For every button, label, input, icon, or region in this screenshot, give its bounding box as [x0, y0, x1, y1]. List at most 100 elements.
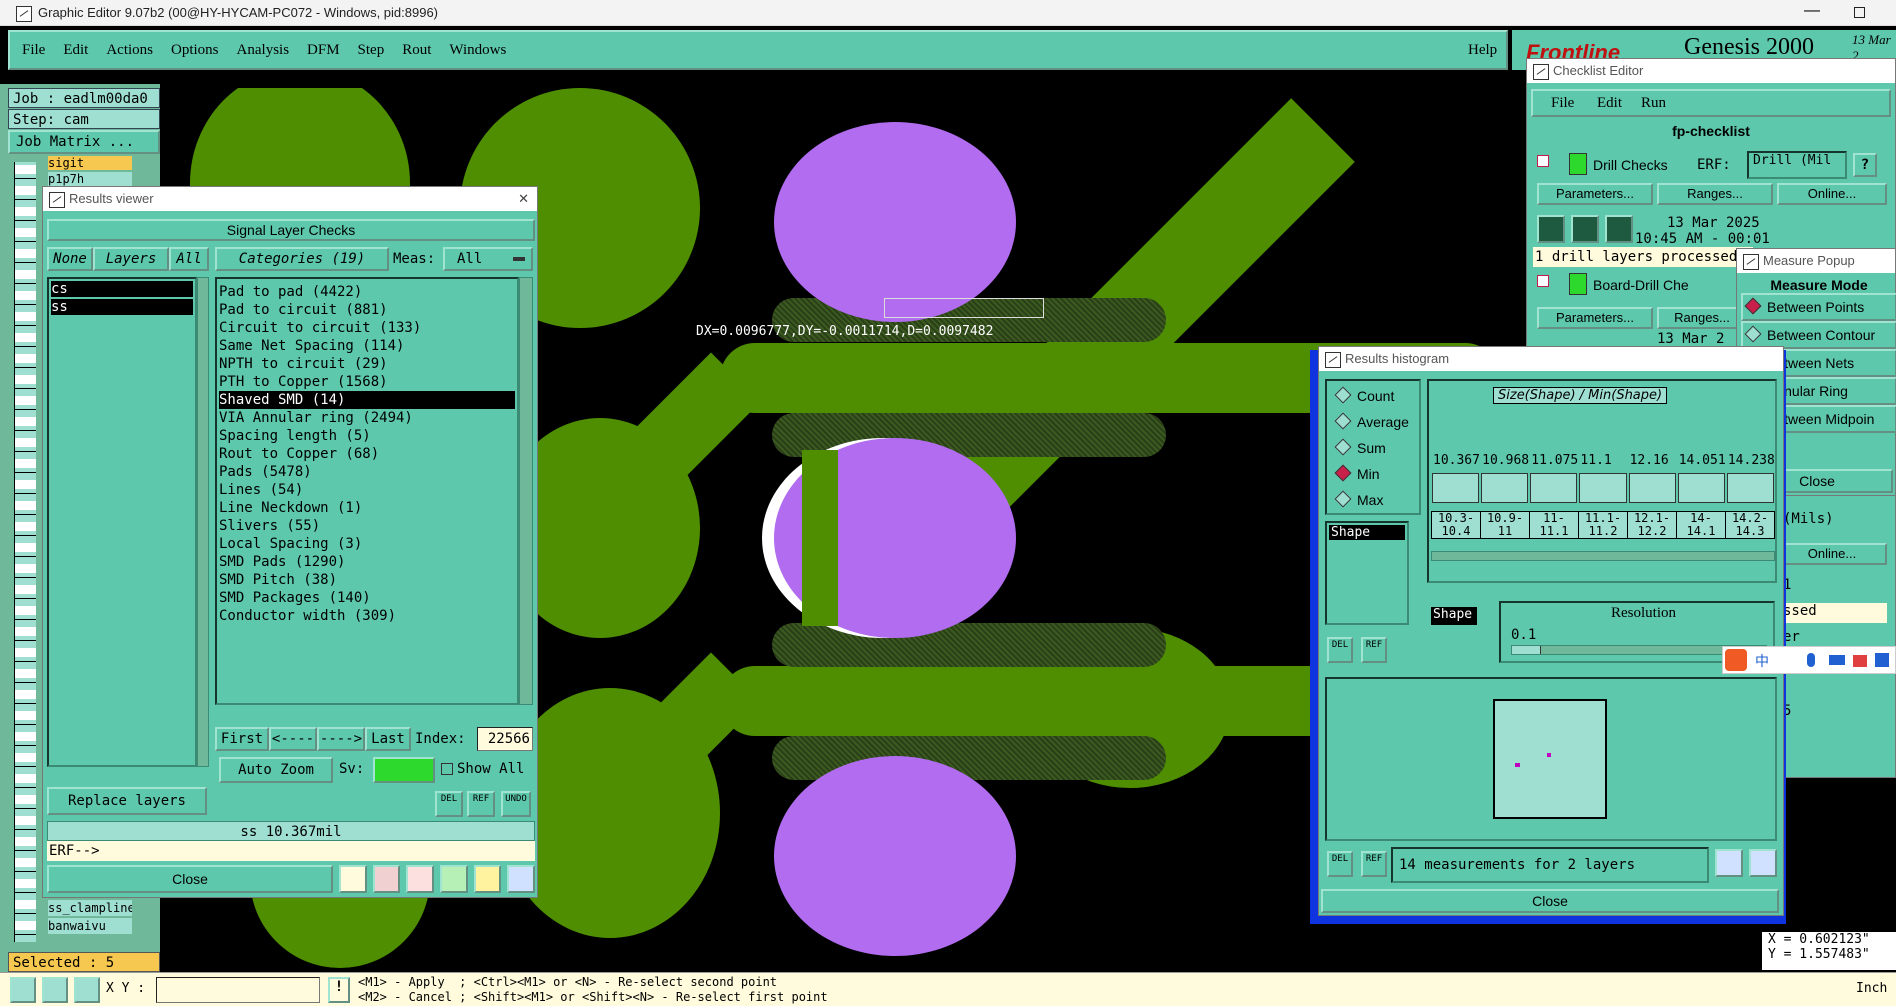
- mode-sum[interactable]: Sum: [1327, 435, 1419, 461]
- category-item[interactable]: Conductor width (309): [219, 607, 515, 625]
- maximize-icon[interactable]: [1854, 7, 1865, 18]
- menu-file[interactable]: File: [22, 42, 45, 59]
- close-button[interactable]: Close: [47, 865, 333, 893]
- undo-button[interactable]: UNDO: [501, 791, 531, 817]
- meas-select[interactable]: All: [443, 247, 533, 271]
- runner-icon[interactable]: [1537, 215, 1565, 243]
- sv-color-select[interactable]: [373, 757, 435, 783]
- select-tool-icon[interactable]: [10, 977, 36, 1003]
- auto-zoom-select[interactable]: Auto Zoom: [219, 757, 333, 783]
- mode-max[interactable]: Max: [1327, 487, 1419, 513]
- menu-help[interactable]: Help: [1468, 42, 1497, 59]
- layer-list[interactable]: cs ss: [47, 277, 197, 767]
- layer-second[interactable]: p1p7h: [48, 172, 132, 186]
- category-item[interactable]: PTH to Copper (1568): [219, 373, 515, 391]
- hist-bar[interactable]: 10.367: [1431, 453, 1480, 503]
- ime-logo-icon[interactable]: [1725, 649, 1747, 671]
- counter-icon[interactable]: [440, 865, 468, 893]
- layer-bottom2[interactable]: banwaivu: [48, 918, 132, 934]
- category-item[interactable]: SMD Packages (140): [219, 589, 515, 607]
- category-item-selected[interactable]: Shaved SMD (14): [219, 391, 515, 409]
- last-button[interactable]: Last: [365, 727, 411, 751]
- board-drill-checkbox[interactable]: [1537, 275, 1549, 287]
- category-item[interactable]: NPTH to circuit (29): [219, 355, 515, 373]
- categories-list[interactable]: Pad to pad (4422) Pad to circuit (881) C…: [215, 277, 519, 705]
- category-item[interactable]: SMD Pads (1290): [219, 553, 515, 571]
- ime-language[interactable]: 中: [1755, 651, 1769, 671]
- hist-bar[interactable]: 14.238: [1726, 453, 1775, 503]
- flag-icon[interactable]: [339, 865, 367, 893]
- first-button[interactable]: First: [215, 727, 269, 751]
- histogram-close-button[interactable]: Close: [1321, 889, 1779, 913]
- category-item[interactable]: Pad to circuit (881): [219, 301, 515, 319]
- category-item[interactable]: Same Net Spacing (114): [219, 337, 515, 355]
- slider-thumb[interactable]: [1512, 646, 1541, 654]
- runner-icon[interactable]: [1605, 215, 1633, 243]
- hist-del-button[interactable]: DEL: [1327, 637, 1353, 663]
- menu-actions[interactable]: Actions: [106, 42, 153, 59]
- close-icon[interactable]: ✕: [518, 187, 529, 211]
- hist-bar[interactable]: 14.051: [1677, 453, 1726, 503]
- ref-button[interactable]: REF: [467, 791, 495, 817]
- grid-tool-icon[interactable]: [74, 977, 100, 1003]
- layer-item-cs[interactable]: cs: [51, 281, 193, 297]
- chart-icon[interactable]: [507, 865, 536, 893]
- all-button[interactable]: All: [169, 247, 209, 271]
- checklist-menu-run[interactable]: Run: [1641, 95, 1666, 112]
- grid-icon[interactable]: [1875, 653, 1889, 667]
- shape-list-item[interactable]: Shape: [1329, 525, 1405, 540]
- help-button[interactable]: ?: [1853, 153, 1877, 177]
- checklist-menu-edit[interactable]: Edit: [1597, 95, 1622, 112]
- category-item[interactable]: Local Spacing (3): [219, 535, 515, 553]
- mode-average[interactable]: Average: [1327, 409, 1419, 435]
- online-button-2[interactable]: Online...: [1777, 543, 1887, 565]
- xy-input[interactable]: [156, 977, 320, 1003]
- hist-bar[interactable]: 11.075: [1529, 453, 1578, 503]
- none-button[interactable]: None: [47, 247, 93, 271]
- mode-min[interactable]: Min: [1327, 461, 1419, 487]
- layer-top[interactable]: sigit: [48, 156, 132, 170]
- minimize-icon[interactable]: —: [1804, 2, 1820, 20]
- index-input[interactable]: 22566: [477, 727, 533, 751]
- layer-item-ss[interactable]: ss: [51, 299, 193, 315]
- category-item[interactable]: Circuit to circuit (133): [219, 319, 515, 337]
- category-item[interactable]: Spacing length (5): [219, 427, 515, 445]
- notes-icon[interactable]: [473, 865, 502, 893]
- measure-option-between-points[interactable]: Between Points: [1741, 293, 1896, 321]
- parameters-button[interactable]: Parameters...: [1537, 183, 1653, 205]
- menu-dfm[interactable]: DFM: [307, 42, 340, 59]
- histogram-hscroll[interactable]: [1431, 551, 1775, 561]
- menu-windows[interactable]: Windows: [449, 42, 506, 59]
- del-button[interactable]: DEL: [435, 791, 463, 817]
- job-matrix-button[interactable]: Job Matrix ...: [8, 130, 160, 154]
- hist-bar[interactable]: 11.1: [1578, 453, 1627, 503]
- hist-ref-button[interactable]: REF: [1361, 637, 1387, 663]
- keyboard-icon[interactable]: [1829, 655, 1845, 665]
- menu-options[interactable]: Options: [171, 42, 219, 59]
- category-item[interactable]: Line Neckdown (1): [219, 499, 515, 517]
- drill-erf-field[interactable]: Drill (Mil: [1747, 151, 1847, 179]
- hist-bar[interactable]: 10.968: [1480, 453, 1529, 503]
- category-item[interactable]: Pad to pad (4422): [219, 283, 515, 301]
- preview-box[interactable]: [1493, 699, 1607, 819]
- mode-count[interactable]: Count: [1327, 383, 1419, 409]
- hist-bar[interactable]: 12.16: [1628, 453, 1677, 503]
- ranges-button[interactable]: Ranges...: [1657, 183, 1773, 205]
- screen-icon[interactable]: [372, 865, 401, 893]
- category-item[interactable]: VIA Annular ring (2494): [219, 409, 515, 427]
- category-item[interactable]: SMD Pitch (38): [219, 571, 515, 589]
- info-icon[interactable]: !: [328, 977, 350, 1003]
- show-all-checkbox[interactable]: [441, 763, 453, 775]
- checklist-menu-file[interactable]: File: [1551, 95, 1574, 112]
- delete-icon[interactable]: [406, 865, 435, 893]
- preview-ref-button[interactable]: REF: [1361, 851, 1387, 877]
- microphone-icon[interactable]: [1807, 653, 1815, 667]
- layers-button[interactable]: Layers: [93, 247, 169, 271]
- category-item[interactable]: Slivers (55): [219, 517, 515, 535]
- menu-edit[interactable]: Edit: [63, 42, 88, 59]
- parameters-button-2[interactable]: Parameters...: [1537, 307, 1653, 329]
- measure-tool-icon[interactable]: [42, 977, 68, 1003]
- prev-button[interactable]: <----: [269, 727, 317, 751]
- category-item[interactable]: Pads (5478): [219, 463, 515, 481]
- ranges-button-2[interactable]: Ranges...: [1657, 307, 1747, 329]
